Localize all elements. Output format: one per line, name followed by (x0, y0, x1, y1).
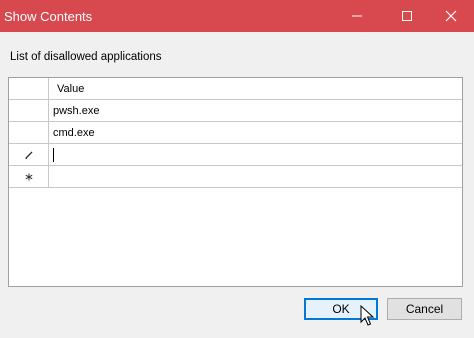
maximize-icon (402, 11, 412, 21)
mouse-pointer-icon (360, 305, 374, 326)
value-cell-input[interactable] (49, 144, 462, 165)
value-cell[interactable] (49, 166, 462, 187)
maximize-button[interactable] (384, 0, 430, 32)
column-header-row: Value (9, 78, 462, 100)
table-row[interactable]: pwsh.exe (9, 100, 462, 122)
row-header[interactable] (9, 122, 49, 143)
close-button[interactable] (428, 0, 474, 32)
row-header[interactable] (9, 166, 49, 187)
title-bar: Show Contents (0, 0, 474, 32)
new-row-asterisk-icon (25, 173, 32, 180)
corner-cell[interactable] (9, 78, 49, 99)
pencil-edit-icon (25, 151, 32, 159)
minimize-button[interactable] (334, 0, 380, 32)
text-caret (53, 147, 54, 162)
minimize-icon (352, 15, 362, 17)
value-cell[interactable]: cmd.exe (49, 122, 462, 143)
cancel-button[interactable]: Cancel (387, 298, 462, 320)
table-row-editing[interactable] (9, 144, 462, 166)
window-title: Show Contents (4, 9, 93, 24)
table-row-new[interactable] (9, 166, 462, 188)
table-row[interactable]: cmd.exe (9, 122, 462, 144)
column-header-value[interactable]: Value (49, 78, 462, 99)
instruction-label: List of disallowed applications (10, 51, 162, 63)
values-grid[interactable]: Value pwsh.exe cmd.exe (8, 77, 463, 287)
close-icon (445, 10, 457, 22)
row-header[interactable] (9, 100, 49, 121)
row-header[interactable] (9, 144, 49, 165)
value-cell[interactable]: pwsh.exe (49, 100, 462, 121)
